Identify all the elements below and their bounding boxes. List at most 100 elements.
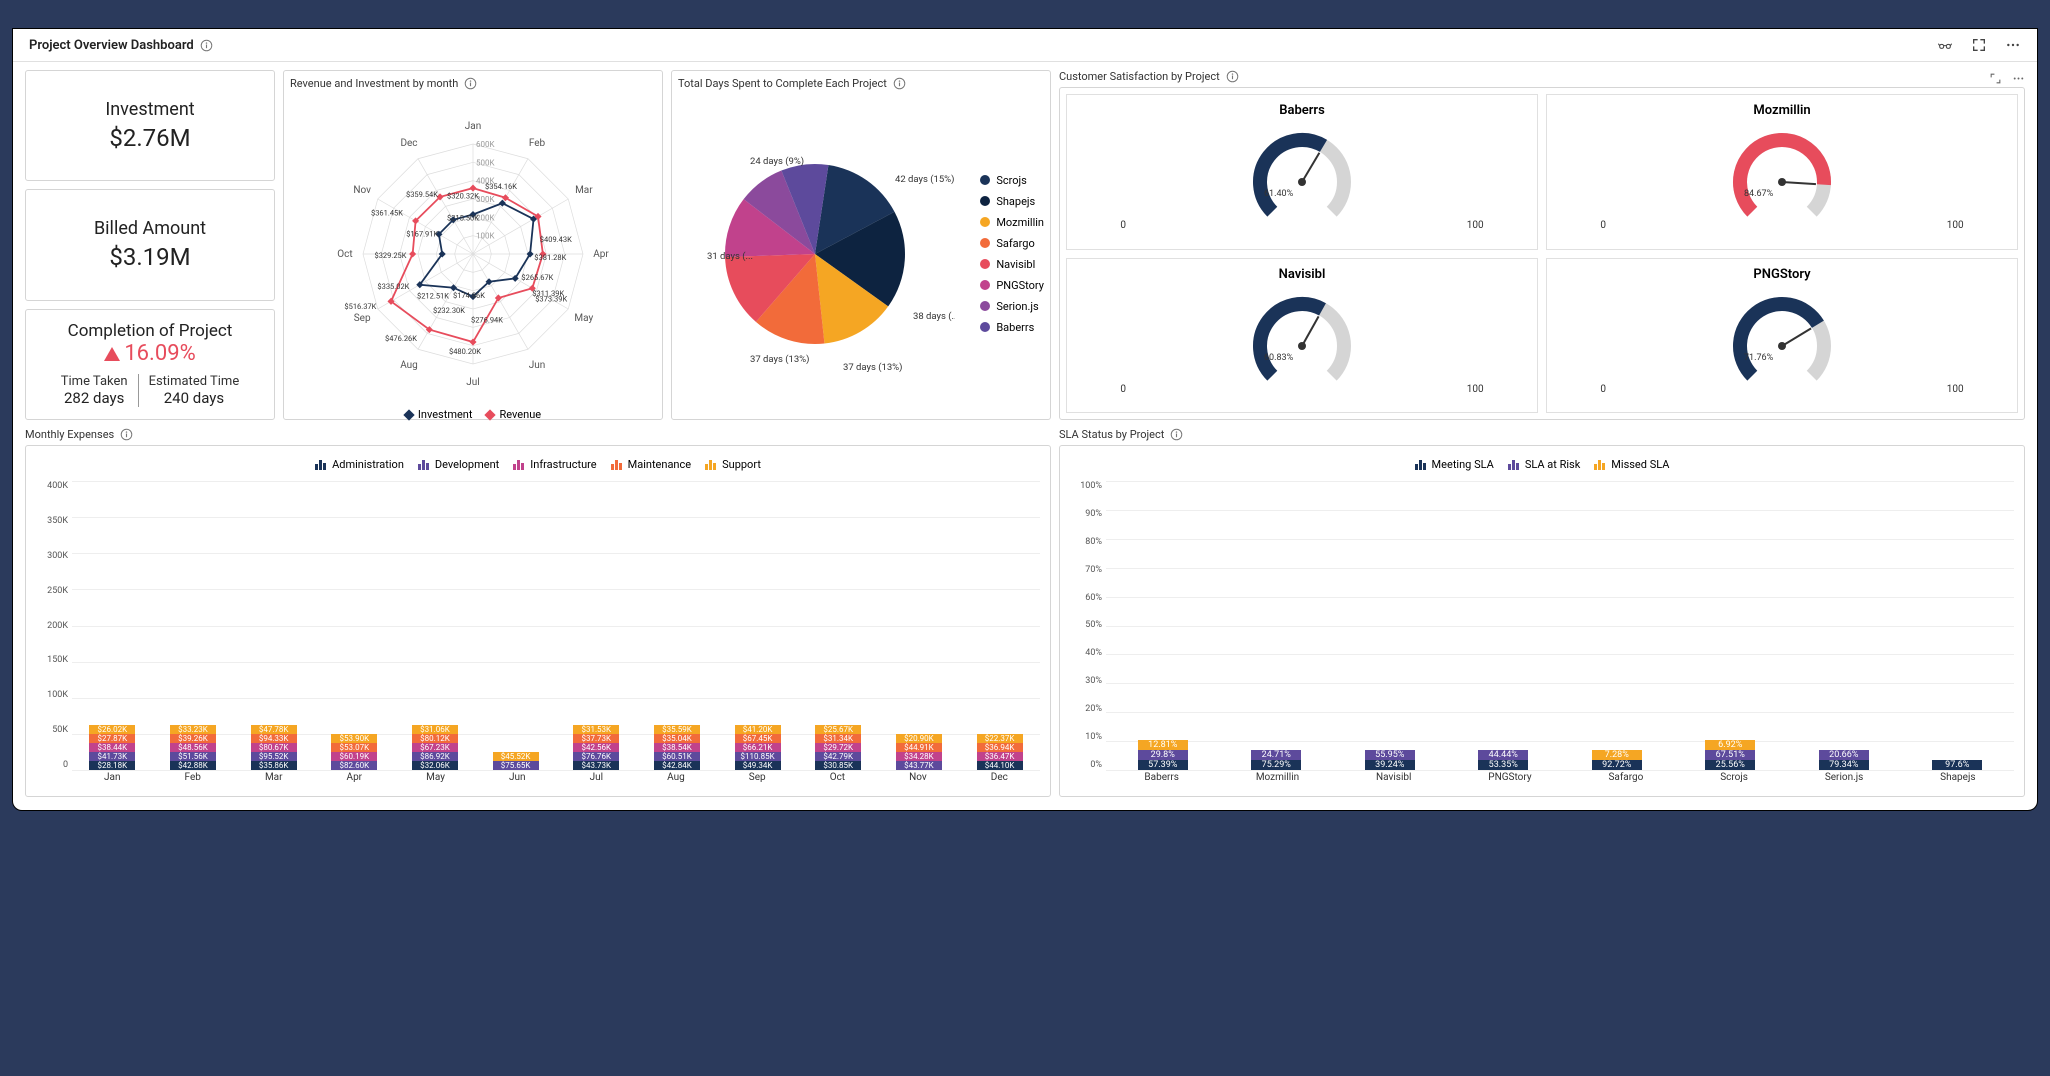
info-icon[interactable]	[1226, 70, 1239, 83]
expenses-title: Monthly Expenses	[25, 428, 114, 441]
svg-text:60.83%: 60.83%	[1264, 353, 1294, 363]
more-icon[interactable]	[2005, 37, 2021, 53]
legend-item[interactable]: Support	[705, 458, 761, 471]
bar-col[interactable]: $35.86K$95.52K$80.67K$94.33K$47.78K	[251, 725, 297, 770]
svg-text:100K: 100K	[476, 232, 495, 241]
svg-text:Sep: Sep	[354, 313, 371, 324]
bar-col[interactable]: 39.24%55.95%	[1365, 750, 1415, 770]
svg-text:$212.51K: $212.51K	[417, 292, 449, 301]
legend-item[interactable]: Shapejs	[980, 195, 1044, 208]
svg-text:Oct: Oct	[337, 249, 352, 260]
svg-text:$320.32K: $320.32K	[447, 192, 479, 201]
svg-text:84.67%: 84.67%	[1744, 189, 1774, 199]
bar-col[interactable]: $32.06K$86.92K$67.23K$80.12K$31.06K	[412, 725, 458, 770]
legend-item[interactable]: Serion.js	[980, 300, 1044, 313]
svg-text:$174.86K: $174.86K	[453, 291, 485, 300]
legend-item[interactable]: Administration	[315, 458, 404, 471]
svg-text:Apr: Apr	[593, 249, 609, 260]
sat-title: Customer Satisfaction by Project	[1059, 70, 1220, 83]
bar-col[interactable]: $49.34K$110.85K$66.21K$67.45K$41.20K	[735, 725, 781, 770]
info-icon[interactable]	[464, 77, 477, 90]
bar-col[interactable]: 97.6%	[1932, 760, 1982, 770]
bar-col[interactable]: $30.85K$42.79K$29.72K$31.34K$25.67K	[815, 725, 861, 770]
bar-col[interactable]: $28.18K$41.73K$38.44K$27.87K$26.02K	[89, 725, 135, 770]
triangle-up-icon	[104, 347, 120, 361]
gauge-baberrs: Baberrs 61.40% 0100	[1066, 94, 1538, 250]
sla-title: SLA Status by Project	[1059, 428, 1164, 441]
kpi-label: Completion of Project	[68, 321, 233, 341]
svg-text:$476.26K: $476.26K	[385, 334, 417, 343]
bar-col[interactable]: 53.35%44.44%	[1478, 750, 1528, 770]
pie-legend: Scrojs Shapejs Mozmillin Safargo Navisibl PNG…	[972, 94, 1044, 413]
bar-col[interactable]: $44.10K$36.47K$36.94K$22.37K	[977, 734, 1023, 770]
legend-item[interactable]: Meeting SLA	[1415, 458, 1494, 471]
kpi-billed: Billed Amount $3.19M	[25, 189, 275, 300]
bar-col[interactable]: 92.72%7.28%	[1592, 750, 1642, 770]
svg-text:24 days (9%): 24 days (9%)	[750, 156, 804, 167]
legend-item[interactable]: Scrojs	[980, 174, 1044, 187]
kpi-value: $2.76M	[109, 124, 190, 152]
kpi-column: Investment $2.76M Billed Amount $3.19M C…	[25, 70, 275, 420]
bar-col[interactable]: 79.34%20.66%	[1819, 750, 1869, 770]
svg-text:Jan: Jan	[465, 121, 481, 132]
bar-col[interactable]: $42.84K$60.51K$38.54K$35.04K$35.59K	[654, 725, 700, 770]
svg-text:500K: 500K	[476, 158, 495, 167]
legend-item[interactable]: Safargo	[980, 237, 1044, 250]
svg-text:$354.16K: $354.16K	[485, 182, 517, 191]
legend-item[interactable]: Missed SLA	[1594, 458, 1669, 471]
info-icon[interactable]	[200, 39, 213, 52]
pie-chart: 42 days (15%)38 days (...37 days (13%)37…	[678, 94, 972, 413]
svg-text:61.40%: 61.40%	[1264, 189, 1294, 199]
gauge-mozmillin: Mozmillin 84.67% 0100	[1546, 94, 2018, 250]
svg-text:$516.37K: $516.37K	[344, 302, 376, 311]
bar-col[interactable]: $75.65K$45.52K	[493, 752, 539, 770]
completion-pct: 16.09%	[104, 341, 195, 366]
bar-col[interactable]: 75.29%24.71%	[1251, 750, 1301, 770]
svg-text:$215.50K: $215.50K	[447, 213, 479, 222]
est-time-label: Estimated Time	[149, 374, 240, 389]
info-icon[interactable]	[1170, 428, 1183, 441]
svg-text:600K: 600K	[476, 140, 495, 149]
svg-text:Feb: Feb	[529, 138, 546, 149]
legend-item[interactable]: SLA at Risk	[1508, 458, 1580, 471]
gauge-pngstory: PNGStory 71.76% 0100	[1546, 258, 2018, 414]
bar-col[interactable]: $43.73K$76.76K$42.56K$37.73K$31.53K	[573, 725, 619, 770]
legend-item[interactable]: Navisibl	[980, 258, 1044, 271]
legend-item[interactable]: Maintenance	[611, 458, 692, 471]
expand-icon[interactable]	[1971, 37, 1987, 53]
time-taken-label: Time Taken	[61, 374, 128, 389]
bar-col[interactable]: $82.60K$60.19K$53.07K$53.90K	[331, 734, 377, 770]
page-title: Project Overview Dashboard	[29, 38, 194, 53]
svg-text:31 days (...: 31 days (...	[707, 251, 753, 262]
bar-col[interactable]: 57.39%29.8%12.81%	[1138, 740, 1188, 770]
radar-chart: JanFebMarAprMayJunJulAugSepOctNovDec100K…	[290, 94, 656, 404]
svg-text:37 days (13%): 37 days (13%)	[750, 354, 809, 365]
legend-item[interactable]: Baberrs	[980, 321, 1044, 334]
legend-item[interactable]: Mozmillin	[980, 216, 1044, 229]
svg-text:$381.28K: $381.28K	[534, 253, 566, 262]
info-icon[interactable]	[893, 77, 906, 90]
bar-col[interactable]: 25.56%67.51%6.92%	[1705, 740, 1755, 770]
time-taken-value: 282 days	[61, 389, 128, 407]
legend-item[interactable]: Development	[418, 458, 499, 471]
svg-text:$276.94K: $276.94K	[471, 316, 503, 325]
kpi-label: Billed Amount	[94, 218, 206, 239]
svg-text:$265.67K: $265.67K	[521, 273, 553, 282]
expand-icon[interactable]	[1989, 72, 2002, 85]
bar-col[interactable]: $43.77K$34.28K$44.91K$20.90K	[896, 734, 942, 770]
legend-investment[interactable]: Investment	[405, 408, 473, 421]
legend-revenue[interactable]: Revenue	[486, 408, 541, 421]
more-icon[interactable]	[2012, 72, 2025, 85]
svg-text:$409.43K: $409.43K	[540, 235, 572, 244]
satisfaction-panel: Customer Satisfaction by Project Baberrs…	[1059, 70, 2025, 420]
svg-text:May: May	[574, 313, 593, 324]
radar-panel: Revenue and Investment by month Jan Feb Ma…	[283, 70, 663, 420]
bar-col[interactable]: $42.88K$51.56K$48.56K$39.26K$33.23K	[170, 725, 216, 770]
svg-text:Aug: Aug	[400, 360, 418, 371]
info-icon[interactable]	[120, 428, 133, 441]
glasses-icon[interactable]	[1937, 37, 1953, 53]
legend-item[interactable]: PNGStory	[980, 279, 1044, 292]
svg-text:42 days (15%): 42 days (15%)	[895, 174, 954, 185]
legend-item[interactable]: Infrastructure	[513, 458, 596, 471]
radar-title: Revenue and Investment by month	[290, 77, 458, 90]
